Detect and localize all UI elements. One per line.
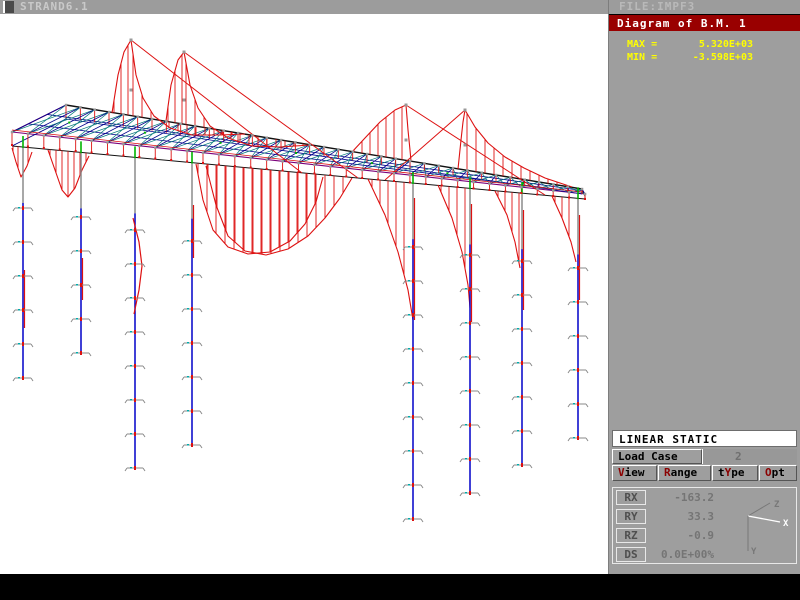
svg-text:Z: Z [774,500,780,510]
analysis-type-display: LINEAR STATIC [612,430,797,447]
file-bar: FILE:IMPF3 [609,0,800,14]
result-extremes: MAX = 5.320E+03 MIN = -3.598E+03 [627,38,796,64]
max-value: 5.320E+03 [673,38,753,51]
load-case-value: 2 [702,449,797,464]
min-row: MIN = -3.598E+03 [627,51,796,64]
diagram-title: Diagram of B.M. 1 [617,17,747,30]
model-viewport[interactable] [0,14,608,574]
range-button[interactable]: Range [658,465,711,481]
min-value: -3.598E+03 [673,51,753,64]
svg-text:X: X [783,519,789,529]
ds-label: DS [616,547,646,562]
title-bar: STRAND6.1 [0,0,608,14]
side-panel: FILE:IMPF3 Diagram of B.M. 1 MAX = 5.320… [608,0,800,574]
ds-value: 0.0E+00% [646,548,714,561]
load-case-row: Load Case 2 [612,449,797,464]
bottom-bar [0,574,800,600]
max-row: MAX = 5.320E+03 [627,38,796,51]
rx-value: -163.2 [646,491,714,504]
rx-label: RX [616,490,646,505]
type-button[interactable]: tYpe [712,465,758,481]
application-window: STRAND6.1 FILE:IMPF3 Diagram of B.M. 1 M… [0,0,800,600]
view-button[interactable]: View [612,465,657,481]
ry-label: RY [616,509,646,524]
min-label: MIN = [627,51,673,64]
svg-text:Y: Y [751,547,757,557]
ry-value: 33.3 [646,510,714,523]
max-label: MAX = [627,38,673,51]
menu-bar: View Range tYpe Opt [612,465,797,481]
view-status-box: RX -163.2 RY 33.3 RZ -0.9 DS 0.0E+00% Z … [612,487,797,564]
diagram-header: Diagram of B.M. 1 [609,14,800,31]
rz-value: -0.9 [646,529,714,542]
app-title: STRAND6.1 [20,0,89,14]
orientation-axes-icon: Z X Y [724,494,790,560]
window-system-icon[interactable] [3,1,14,13]
bridge-model-drawing [0,14,608,574]
load-case-button[interactable]: Load Case [612,449,702,464]
file-label: FILE:IMPF3 [619,0,695,13]
rz-label: RZ [616,528,646,543]
opt-button[interactable]: Opt [759,465,797,481]
